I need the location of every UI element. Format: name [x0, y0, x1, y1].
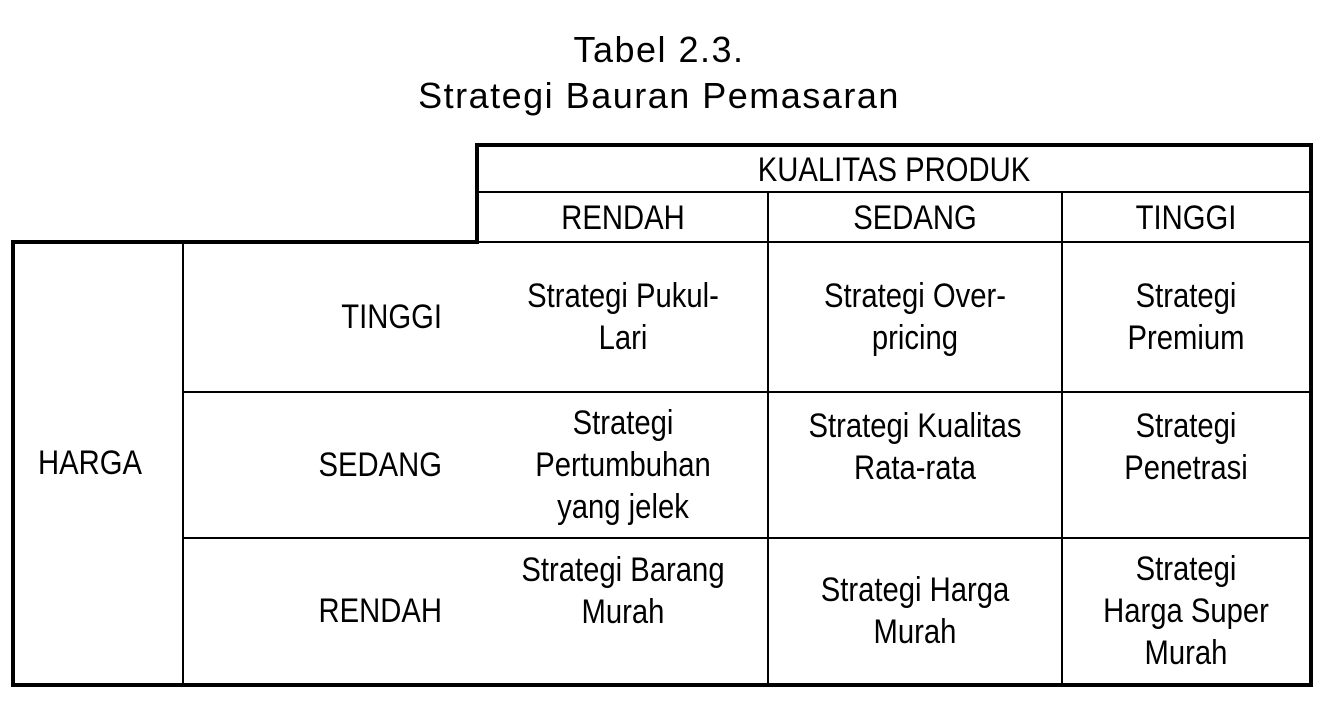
row-header-sedang: SEDANG: [318, 446, 442, 484]
row-header-tinggi: TINGGI: [341, 298, 442, 336]
table-cell: Strategi Harga Murah: [820, 571, 1010, 651]
row-group-header: HARGA: [38, 444, 142, 482]
row-header-rendah: RENDAH: [318, 592, 442, 630]
table-cell: Strategi Penetrasi: [1124, 407, 1248, 487]
table-cell: Strategi Over- pricing: [824, 277, 1006, 357]
column-header-rendah: RENDAH: [561, 199, 685, 237]
table-cell: Strategi Pukul- Lari: [527, 277, 719, 357]
divider-after-row-group: [182, 243, 184, 685]
table-border-bottom: [11, 683, 1313, 687]
table-cell: Strategi Harga Super Murah: [1103, 550, 1269, 672]
column-header-sedang: SEDANG: [853, 199, 977, 237]
column-group-header: KUALITAS PRODUK: [757, 151, 1031, 189]
table-cell: Strategi Kualitas Rata-rata: [808, 407, 1022, 487]
table-caption-title: Strategi Bauran Pemasaran: [418, 75, 900, 116]
column-header-tinggi: TINGGI: [1135, 199, 1237, 237]
table-border-right: [1309, 143, 1313, 687]
table-border-left: [11, 240, 15, 687]
table-cell: Strategi Barang Murah: [521, 551, 725, 631]
divider-col-2: [1061, 193, 1063, 685]
table-caption-number: Tabel 2.3.: [573, 29, 745, 70]
table-cell: Strategi Premium: [1127, 277, 1245, 357]
table-border-top-step: [475, 143, 479, 244]
table-cell: Strategi Pertumbuhan yang jelek: [535, 404, 711, 526]
divider-col-1: [767, 193, 769, 685]
